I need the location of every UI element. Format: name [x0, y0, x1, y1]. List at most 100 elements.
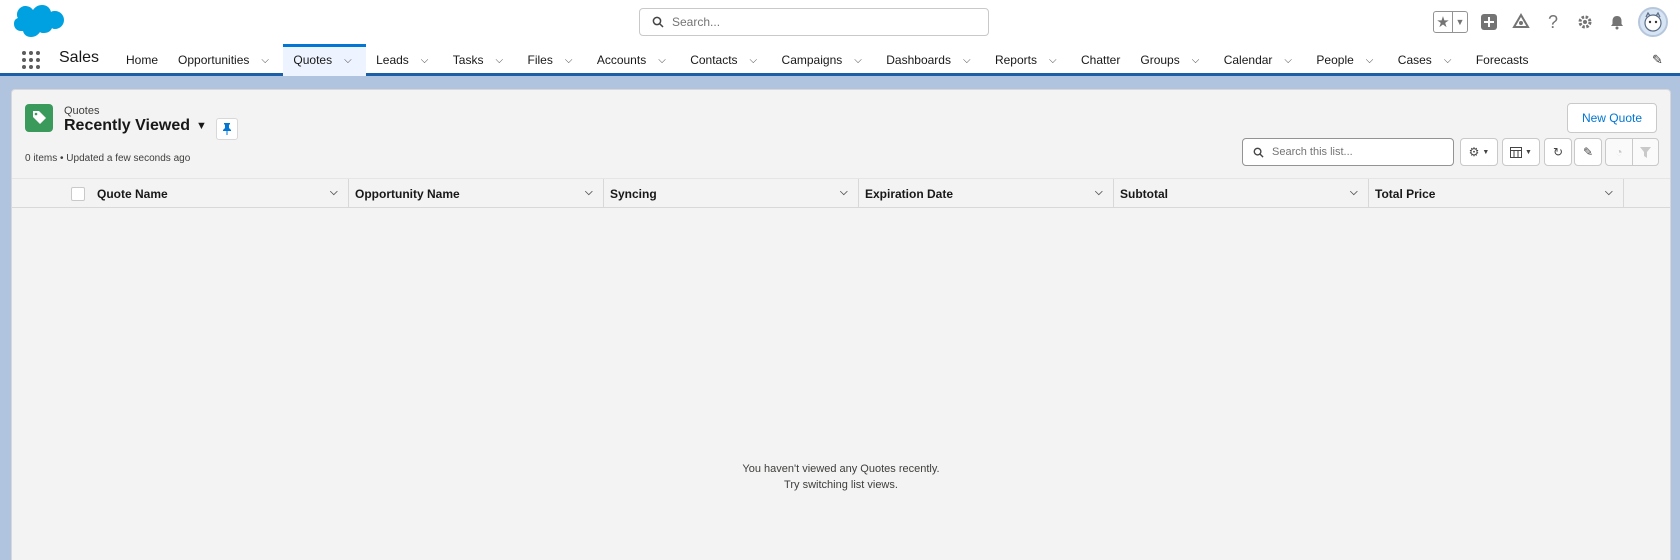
nav-tab-forecasts[interactable]: Forecasts	[1466, 44, 1539, 76]
nav-tab-quotes[interactable]: Quotes ⌵	[283, 44, 367, 76]
display-as-button[interactable]: ▼	[1502, 138, 1540, 166]
chevron-down-icon[interactable]: ⌵	[421, 55, 433, 66]
column-label: Quote Name	[97, 186, 168, 201]
chevron-down-icon[interactable]: ⌵	[565, 55, 577, 66]
nav-tab-tasks[interactable]: Tasks ⌵	[443, 44, 518, 76]
search-icon	[652, 16, 664, 28]
list-view-card: Quotes Recently Viewed ▼ 0 items • Updat…	[11, 89, 1671, 560]
chevron-down-icon[interactable]: ⌵	[1366, 55, 1378, 66]
chevron-down-icon[interactable]: ⌵	[963, 55, 975, 66]
nav-tab-label: Files	[527, 53, 553, 67]
edit-nav-pencil-icon[interactable]: ✎	[1652, 52, 1668, 68]
app-name: Sales	[59, 49, 100, 66]
select-all-checkbox[interactable]	[71, 187, 85, 201]
notifications-bell-icon[interactable]	[1606, 11, 1628, 33]
nav-tab-label: Dashboards	[886, 53, 951, 67]
salesforce-logo[interactable]	[12, 4, 64, 40]
nav-tab-label: Groups	[1140, 53, 1180, 67]
column-header-quote-name[interactable]: Quote Name ⌵	[91, 179, 349, 208]
favorites-button[interactable]: ★ ▼	[1433, 11, 1468, 33]
empty-state-message: You haven't viewed any Quotes recently. …	[12, 461, 1670, 493]
app-launcher-icon[interactable]	[21, 50, 41, 70]
app-navigation-bar: Sales Home Opportunities ⌵ Quotes ⌵ Leads ⌵ Tas…	[0, 44, 1680, 76]
chevron-down-icon[interactable]: ⌵	[495, 55, 507, 66]
column-label: Opportunity Name	[355, 186, 460, 201]
table-view-icon	[1510, 146, 1523, 158]
nav-tab-chatter[interactable]: Chatter	[1071, 44, 1130, 76]
nav-tab-label: Tasks	[452, 53, 484, 67]
list-view-name: Recently Viewed	[64, 117, 190, 134]
nav-tab-campaigns[interactable]: Campaigns ⌵	[772, 44, 877, 76]
column-header-total-price[interactable]: Total Price ⌵	[1369, 179, 1624, 208]
global-search-input[interactable]: Search...	[639, 8, 989, 36]
favorites-dropdown-icon[interactable]: ▼	[1452, 12, 1467, 32]
chevron-down-icon[interactable]: ⌵	[840, 187, 852, 199]
nav-tab-cases[interactable]: Cases ⌵	[1388, 44, 1466, 76]
nav-tab-calendar[interactable]: Calendar ⌵	[1214, 44, 1307, 76]
nav-tab-label: Reports	[994, 53, 1037, 67]
nav-tab-label: Forecasts	[1475, 53, 1529, 67]
nav-tab-label: Campaigns	[781, 53, 843, 67]
chevron-down-icon[interactable]: ⌵	[1095, 187, 1107, 199]
refresh-button[interactable]: ↻	[1544, 138, 1572, 166]
chevron-down-icon[interactable]: ⌵	[854, 55, 866, 66]
nav-tab-label: Quotes	[293, 53, 333, 67]
column-header-syncing[interactable]: Syncing ⌵	[604, 179, 859, 208]
nav-tabs: Home Opportunities ⌵ Quotes ⌵ Leads ⌵ Tasks ⌵ Fil…	[116, 44, 1539, 76]
nav-tab-contacts[interactable]: Contacts ⌵	[680, 44, 771, 76]
column-label: Total Price	[1375, 186, 1436, 201]
nav-tab-label: Contacts	[690, 53, 738, 67]
column-header-opportunity-name[interactable]: Opportunity Name ⌵	[349, 179, 604, 208]
nav-tab-opportunities[interactable]: Opportunities ⌵	[168, 44, 283, 76]
chevron-down-icon[interactable]: ⌵	[1284, 55, 1296, 66]
pencil-icon: ✎	[1582, 145, 1594, 159]
setup-gear-icon[interactable]	[1574, 11, 1596, 33]
global-header: Search... ★ ▼ ?	[0, 0, 1680, 44]
header-utility-icons: ★ ▼ ?	[1433, 6, 1668, 38]
list-meta-status: 0 items • Updated a few seconds ago	[25, 153, 191, 164]
help-icon[interactable]: ?	[1542, 11, 1564, 33]
column-header-subtotal[interactable]: Subtotal ⌵	[1114, 179, 1369, 208]
nav-tab-files[interactable]: Files ⌵	[517, 44, 586, 76]
chevron-down-icon[interactable]: ⌵	[1350, 187, 1362, 199]
column-label: Syncing	[610, 186, 657, 201]
nav-tab-people[interactable]: People ⌵	[1306, 44, 1387, 76]
new-quote-button[interactable]: New Quote	[1566, 103, 1657, 133]
nav-tab-label: Calendar	[1223, 53, 1273, 67]
column-label: Subtotal	[1120, 186, 1168, 201]
nav-tab-accounts[interactable]: Accounts ⌵	[587, 44, 680, 76]
filter-button[interactable]	[1632, 138, 1659, 166]
list-view-picker[interactable]: Recently Viewed ▼	[64, 117, 207, 135]
nav-tab-home[interactable]: Home	[116, 44, 168, 76]
global-actions-icon[interactable]	[1478, 11, 1500, 33]
nav-tab-groups[interactable]: Groups ⌵	[1130, 44, 1213, 76]
chevron-down-icon[interactable]: ⌵	[1049, 55, 1061, 66]
list-search-input[interactable]: Search this list...	[1242, 138, 1454, 166]
list-search-placeholder: Search this list...	[1272, 146, 1353, 158]
inline-edit-button[interactable]: ✎	[1574, 138, 1602, 166]
chevron-down-icon[interactable]: ⌵	[750, 55, 762, 66]
charts-button[interactable]: ◔	[1605, 138, 1633, 166]
user-avatar[interactable]	[1638, 7, 1668, 37]
column-label: Expiration Date	[865, 186, 954, 201]
chevron-down-icon[interactable]: ⌵	[261, 55, 273, 66]
object-label: Quotes	[64, 105, 100, 117]
pin-icon	[223, 123, 231, 135]
list-table-header: Quote Name ⌵ Opportunity Name ⌵ Syncing …	[12, 178, 1670, 208]
chevron-down-icon[interactable]: ⌵	[658, 55, 670, 66]
star-icon[interactable]: ★	[1434, 12, 1452, 32]
chevron-down-icon[interactable]: ⌵	[1605, 187, 1617, 199]
pin-list-view-button[interactable]	[216, 118, 238, 140]
chevron-down-icon[interactable]: ⌵	[1444, 55, 1456, 66]
trailhead-icon[interactable]	[1510, 11, 1532, 33]
nav-tab-dashboards[interactable]: Dashboards ⌵	[876, 44, 985, 76]
chevron-down-icon[interactable]: ⌵	[1192, 55, 1204, 66]
column-header-expiration-date[interactable]: Expiration Date ⌵	[859, 179, 1114, 208]
list-settings-button[interactable]: ⚙ ▼	[1460, 138, 1498, 166]
empty-state-line-1: You haven't viewed any Quotes recently.	[742, 463, 940, 475]
nav-tab-reports[interactable]: Reports ⌵	[985, 44, 1071, 76]
chevron-down-icon[interactable]: ⌵	[585, 187, 597, 199]
chevron-down-icon[interactable]: ⌵	[330, 187, 342, 199]
nav-tab-leads[interactable]: Leads ⌵	[366, 44, 443, 76]
chevron-down-icon[interactable]: ⌵	[344, 55, 356, 66]
